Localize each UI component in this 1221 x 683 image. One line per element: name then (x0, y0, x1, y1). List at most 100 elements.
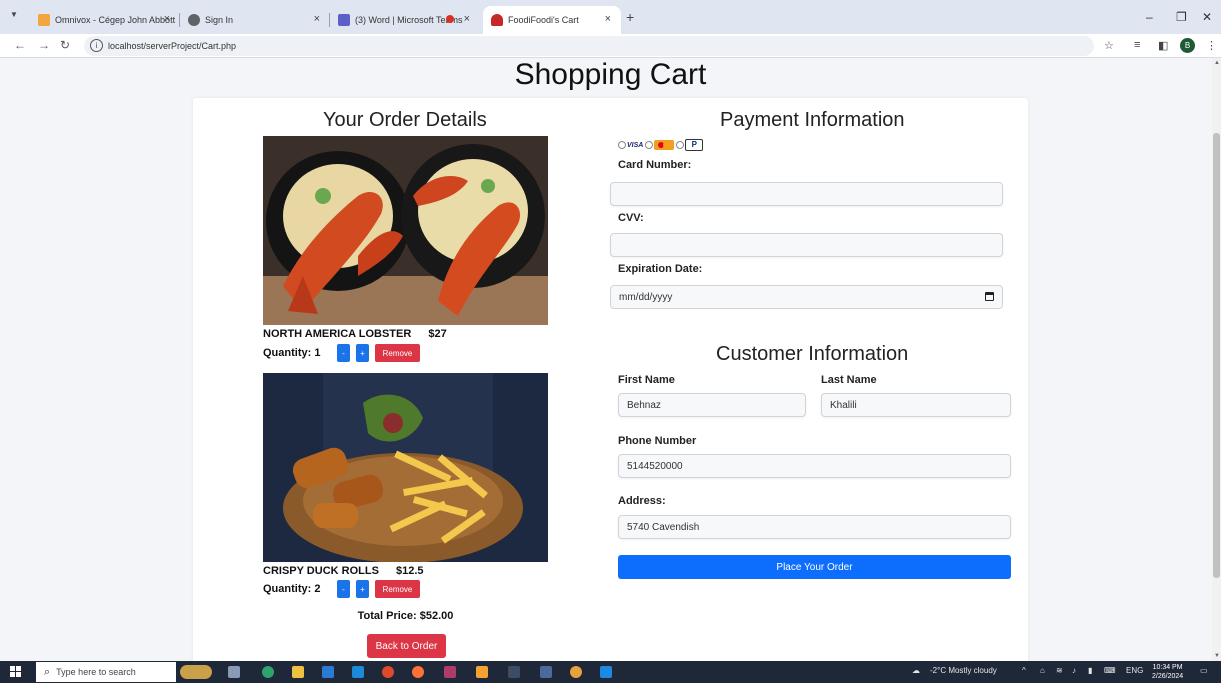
search-icon: ⌕ (44, 665, 51, 678)
increase-quantity-button[interactable]: + (356, 580, 369, 598)
tab-label: Sign In (205, 15, 234, 25)
remove-item-button[interactable]: Remove (375, 580, 420, 598)
volume-icon[interactable]: ♪ (1072, 666, 1076, 675)
wifi-icon[interactable]: ≋ (1056, 666, 1063, 675)
vscode-icon[interactable] (600, 666, 612, 678)
close-icon[interactable]: × (464, 13, 470, 25)
address-label: Address: (618, 495, 666, 507)
first-name-input[interactable] (618, 393, 806, 417)
taskbar-search[interactable]: ⌕ Type here to search (36, 662, 176, 682)
forward-icon[interactable]: → (38, 38, 50, 52)
card-number-input[interactable] (610, 182, 1003, 206)
remove-item-button[interactable]: Remove (375, 344, 420, 362)
reading-list-icon[interactable]: ≡ (1134, 39, 1140, 51)
side-panel-icon[interactable]: ◧ (1158, 39, 1168, 52)
tab-label: Omnivox - Cégep John Abbott (55, 15, 176, 25)
page-scrollbar[interactable]: ▲ ▼ (1212, 58, 1221, 661)
last-name-input[interactable] (821, 393, 1011, 417)
close-icon[interactable]: × (314, 13, 320, 25)
notifications-icon[interactable]: ▭ (1200, 666, 1208, 675)
item-price: $12.5 (395, 565, 424, 577)
profile-avatar[interactable]: B (1180, 38, 1195, 53)
taskbar: ⌕ Type here to search ☁ -2°C Mostly clou… (0, 661, 1221, 683)
cvv-input[interactable] (610, 233, 1003, 257)
edge-icon[interactable] (262, 666, 274, 678)
item-title: NORTH AMERICA LOBSTER (263, 328, 412, 340)
keyboard-icon[interactable]: ⌨ (1104, 666, 1116, 675)
duck-rolls-image (263, 373, 548, 562)
paypal-icon: P (685, 139, 704, 151)
mail-icon[interactable] (352, 666, 364, 678)
teams-favicon-icon (338, 14, 350, 26)
omnivox-favicon-icon (38, 14, 50, 26)
url-text: localhost/serverProject/Cart.php (108, 41, 237, 51)
clock-time: 10:34 PM (1152, 664, 1183, 671)
phone-label: Phone Number (618, 435, 697, 447)
taskbar-clock[interactable]: 10:34 PM 2/26/2024 (1152, 663, 1183, 681)
restore-icon[interactable]: ❐ (1176, 10, 1187, 24)
visa-radio[interactable] (618, 141, 626, 149)
file-explorer-icon[interactable] (292, 666, 304, 678)
item-title: CRISPY DUCK ROLLS (263, 565, 379, 577)
language-indicator[interactable]: ENG (1126, 666, 1143, 675)
decrease-quantity-button[interactable]: - (337, 580, 350, 598)
more-menu-icon[interactable]: ⋮ (1206, 39, 1217, 52)
reload-icon[interactable]: ↻ (60, 38, 70, 52)
paypal-radio[interactable] (676, 141, 685, 149)
phone-input[interactable] (618, 454, 1011, 478)
task-view-icon[interactable] (228, 666, 240, 678)
brave-icon[interactable] (382, 666, 394, 678)
weather-text[interactable]: -2°C Mostly cloudy (930, 666, 997, 675)
close-icon[interactable]: × (164, 13, 170, 25)
browser-tab-bar: ▼ Omnivox - Cégep John Abbott × Sign In … (0, 0, 1221, 34)
tab-search-icon[interactable]: ▼ (10, 10, 18, 19)
item-name: NORTH AMERICA LOBSTER $27 (263, 328, 447, 340)
item-price: $27 (428, 328, 447, 340)
chrome-icon[interactable] (570, 666, 582, 678)
tab-label: FoodiFoodi's Cart (508, 15, 579, 25)
network-icon[interactable]: ⌂ (1040, 666, 1045, 675)
url-field[interactable]: i localhost/serverProject/Cart.php (84, 36, 1094, 56)
tab-cart[interactable]: FoodiFoodi's Cart × (483, 6, 621, 34)
calendar-icon[interactable] (985, 292, 994, 301)
store-icon[interactable] (322, 666, 334, 678)
last-name-label: Last Name (821, 374, 877, 386)
window-close-icon[interactable]: ✕ (1202, 10, 1212, 24)
scroll-down-icon[interactable]: ▼ (1214, 653, 1220, 659)
close-icon[interactable]: × (605, 13, 611, 25)
windows-start-icon[interactable] (10, 666, 22, 678)
visa-icon: VISA (627, 141, 644, 149)
mastercard-icon (654, 140, 675, 150)
terminal-icon[interactable] (508, 666, 520, 678)
battery-icon[interactable]: ▮ (1088, 666, 1092, 675)
back-to-order-button[interactable]: Back to Order (367, 634, 446, 658)
weather-icon[interactable]: ☁ (912, 666, 920, 675)
site-info-icon[interactable]: i (90, 39, 103, 52)
minimize-icon[interactable]: – (1146, 10, 1153, 24)
widgets-icon[interactable] (180, 665, 212, 679)
bookmark-star-icon[interactable]: ☆ (1104, 39, 1114, 52)
cvv-label: CVV: (618, 212, 644, 224)
app-icon[interactable] (540, 666, 552, 678)
tab-omnivox[interactable]: Omnivox - Cégep John Abbott × (30, 6, 180, 34)
address-input[interactable] (618, 515, 1011, 539)
scrollbar-thumb[interactable] (1213, 133, 1220, 578)
decrease-quantity-button[interactable]: - (337, 344, 350, 362)
back-icon[interactable]: ← (14, 38, 26, 52)
increase-quantity-button[interactable]: + (356, 344, 369, 362)
scroll-up-icon[interactable]: ▲ (1214, 60, 1220, 66)
clock-date: 2/26/2024 (1152, 673, 1184, 680)
mastercard-radio[interactable] (645, 141, 654, 149)
app-icon[interactable] (476, 666, 488, 678)
app-icon[interactable] (444, 666, 456, 678)
place-order-button[interactable]: Place Your Order (618, 555, 1011, 579)
tab-teams[interactable]: (3) Word | Microsoft Teams × (330, 6, 480, 34)
firefox-icon[interactable] (412, 666, 424, 678)
tray-chevron-icon[interactable]: ^ (1022, 666, 1026, 675)
tab-sign-in[interactable]: Sign In × (180, 6, 330, 34)
new-tab-icon[interactable]: + (626, 9, 634, 25)
expiration-date-input[interactable]: mm/dd/yyyy (610, 285, 1003, 309)
payment-heading: Payment Information (720, 109, 905, 131)
item-quantity: Quantity: 2 (263, 583, 321, 595)
cart-card: Your Order Details NORTH AMERICA LOBSTER (193, 98, 1028, 661)
